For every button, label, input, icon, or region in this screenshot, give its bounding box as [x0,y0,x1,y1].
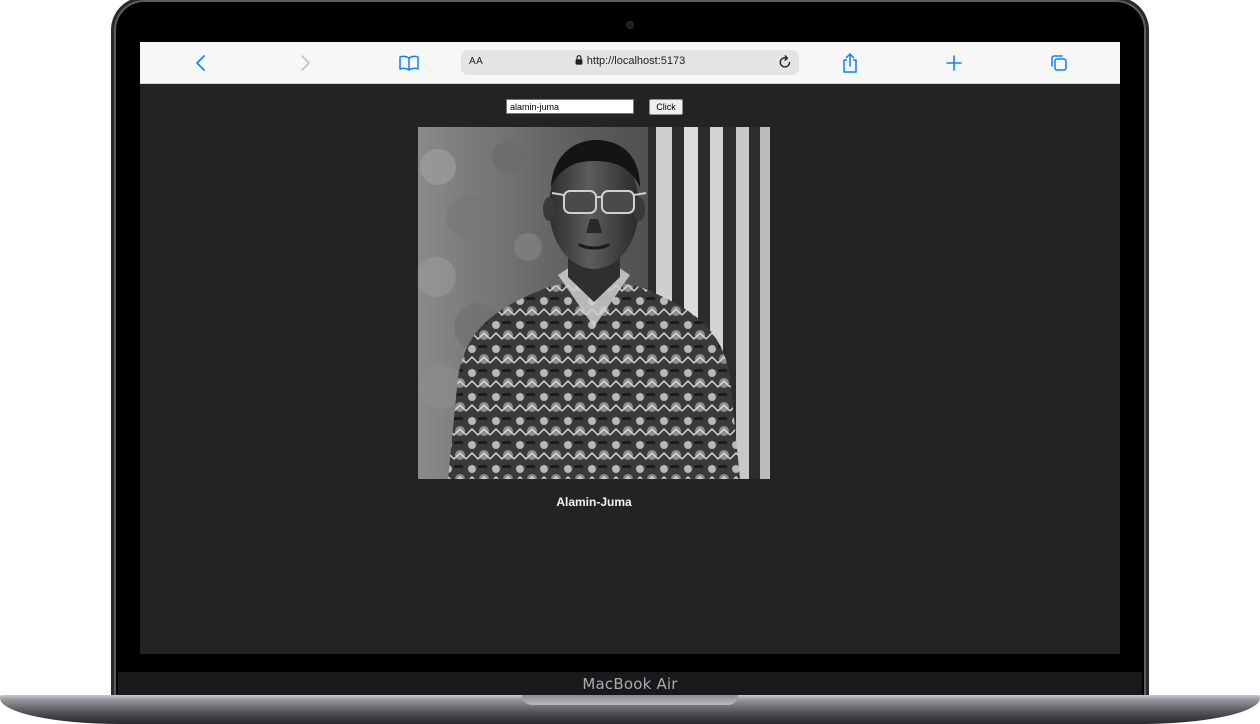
browser-toolbar: AA http://localhost:5173 [140,42,1120,84]
browser-window: AA http://localhost:5173 alamin-juma Cli… [140,42,1120,654]
profile-name: Alamin-Juma [556,495,632,509]
back-button[interactable] [188,50,214,76]
username-input[interactable] [506,99,634,114]
plus-icon [946,55,962,71]
profile-photo [418,127,770,479]
reload-icon[interactable] [777,54,793,70]
chevron-right-icon [301,55,310,71]
device-label: MacBook Air [582,675,678,693]
click-button[interactable]: Click [649,99,683,115]
bookmarks-button[interactable] [396,50,422,76]
url-text: http://localhost:5173 [586,55,686,67]
portrait-image [418,127,770,479]
laptop-notch [522,695,738,705]
forward-button[interactable] [292,50,318,76]
share-button[interactable] [837,50,863,76]
share-icon [843,53,857,73]
chevron-left-icon [196,55,205,71]
new-tab-button[interactable] [941,50,967,76]
laptop-mockup: AA http://localhost:5173 alamin-juma Cli… [0,0,1260,724]
webcam [627,22,633,28]
book-icon [399,55,419,71]
address-bar[interactable]: AA http://localhost:5173 [461,50,799,75]
url-display[interactable]: http://localhost:5173 [461,55,799,67]
lock-icon [575,55,583,65]
tabs-overview-button[interactable] [1046,50,1072,76]
tabs-icon [1051,55,1067,71]
